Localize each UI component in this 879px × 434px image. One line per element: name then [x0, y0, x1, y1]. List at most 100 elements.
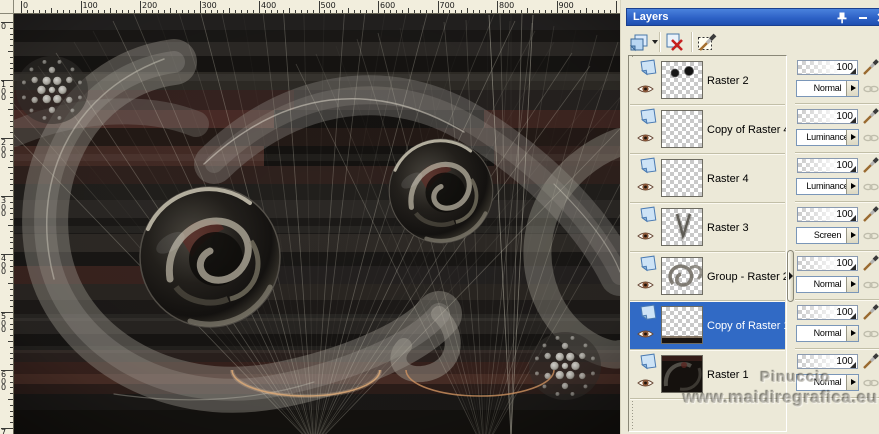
visibility-eye-icon[interactable]: [637, 278, 654, 296]
opacity-field[interactable]: 100: [797, 305, 858, 320]
brush-indicator-icon: [863, 353, 879, 374]
top-ruler: 0 100 200 300 400 500 600 700 800 900: [14, 0, 620, 14]
visibility-eye-icon[interactable]: [637, 327, 654, 345]
opacity-field[interactable]: 100: [797, 158, 858, 173]
delete-layer-icon: [666, 33, 683, 51]
link-icon: [863, 376, 879, 394]
layer-page-icon: [638, 157, 659, 181]
layer-row-raster-4[interactable]: Raster 4: [630, 155, 785, 203]
layer-name: Group - Raster 2: [707, 271, 787, 283]
brush-indicator-icon: [863, 206, 879, 227]
edit-selection-button[interactable]: [695, 31, 721, 54]
layer-page-icon: [638, 255, 659, 279]
layer-page-icon: [638, 59, 659, 83]
brush-indicator-icon: [863, 108, 879, 129]
visibility-eye-icon[interactable]: [637, 82, 654, 100]
close-icon[interactable]: [875, 11, 879, 24]
edit-selection-icon: [698, 33, 717, 51]
link-icon: [863, 180, 879, 198]
blend-mode-arrow[interactable]: [846, 277, 858, 292]
layer-row-raster-1[interactable]: Raster 1: [630, 351, 785, 399]
opacity-field[interactable]: 100: [797, 354, 858, 369]
blend-mode-arrow[interactable]: [846, 326, 858, 341]
layer-page-icon: [638, 206, 659, 230]
layer-row-raster-2[interactable]: Raster 2: [630, 57, 785, 105]
palette-titlebar[interactable]: Layers: [626, 8, 879, 26]
left-ruler: 01 0 02 0 03 0 04 0 05 0 06 0 07 0 0: [0, 14, 14, 434]
new-layer-dropdown-arrow[interactable]: [652, 40, 658, 44]
toolbar-separator: [691, 32, 693, 52]
layer-props-row: 100 Normal: [795, 56, 879, 104]
blend-mode-select[interactable]: Luminance (L): [796, 178, 859, 195]
layer-thumbnail[interactable]: [661, 306, 703, 344]
minimize-icon[interactable]: [856, 11, 870, 24]
opacity-slider-handle[interactable]: [850, 215, 856, 221]
layer-thumbnail[interactable]: [661, 208, 703, 246]
layer-thumbnail[interactable]: [661, 110, 703, 148]
brush-indicator-icon: [863, 255, 879, 276]
blend-mode-select[interactable]: Screen: [796, 227, 859, 244]
layer-list: Raster 2 Copy of Raster 4 Raster 4 Raster 3…: [628, 55, 787, 432]
visibility-eye-icon[interactable]: [637, 180, 654, 198]
layer-thumbnail[interactable]: [661, 61, 703, 99]
layer-props-row: 100 Normal: [795, 252, 879, 300]
ruler-corner: [0, 0, 14, 14]
opacity-field[interactable]: 100: [797, 109, 858, 124]
layer-row-copy-of-raster-4[interactable]: Copy of Raster 4: [630, 106, 787, 154]
layer-name: Copy of Raster 4: [707, 124, 787, 136]
opacity-slider-handle[interactable]: [850, 166, 856, 172]
opacity-field[interactable]: 100: [797, 256, 858, 271]
blend-mode-arrow[interactable]: [846, 130, 858, 145]
layer-row-group-raster-2[interactable]: Group - Raster 2: [630, 253, 787, 301]
opacity-field[interactable]: 100: [797, 207, 858, 222]
opacity-slider-handle[interactable]: [850, 264, 856, 270]
brush-indicator-icon: [863, 59, 879, 80]
splitter-grip[interactable]: [787, 250, 794, 302]
layer-row-raster-3[interactable]: Raster 3: [630, 204, 785, 252]
opacity-slider-handle[interactable]: [850, 362, 856, 368]
layer-thumbnail[interactable]: [661, 159, 703, 197]
visibility-eye-icon[interactable]: [637, 131, 654, 149]
layer-name: Copy of Raster 1: [707, 320, 787, 332]
blend-mode-arrow[interactable]: [846, 375, 858, 390]
visibility-eye-icon[interactable]: [637, 229, 654, 247]
palette-title: Layers: [633, 11, 669, 23]
delete-layer-button[interactable]: [663, 31, 687, 54]
opacity-field[interactable]: 100: [797, 60, 858, 75]
opacity-slider-handle[interactable]: [850, 117, 856, 123]
brush-indicator-icon: [863, 157, 879, 178]
layer-properties-panel: 100 Normal 100 Luminance (L) 100 Luminance (L…: [795, 55, 879, 432]
link-icon: [863, 278, 879, 296]
layers-palette: Layers Raster 2 Copy of Raster 4 Raster …: [620, 0, 879, 434]
canvas-image[interactable]: [14, 14, 620, 434]
blend-mode-select[interactable]: Normal: [796, 374, 859, 391]
layer-page-icon: [638, 304, 659, 328]
layer-thumbnail[interactable]: [661, 355, 703, 393]
new-layer-icon: [629, 34, 648, 52]
layer-props-row: 100 Luminance (L): [795, 105, 879, 153]
opacity-slider-handle[interactable]: [850, 68, 856, 74]
blend-mode-select[interactable]: Normal: [796, 80, 859, 97]
new-layer-button[interactable]: [627, 31, 651, 54]
blend-mode-arrow[interactable]: [846, 179, 858, 194]
link-icon: [863, 229, 879, 247]
layer-page-icon: [638, 353, 659, 377]
layer-page-icon: [638, 108, 659, 132]
layer-name: Raster 1: [707, 369, 749, 381]
palette-toolbar: [621, 30, 879, 55]
blend-mode-select[interactable]: Normal: [796, 325, 859, 342]
link-icon: [863, 82, 879, 100]
opacity-slider-handle[interactable]: [850, 313, 856, 319]
blend-mode-select[interactable]: Luminance (L): [796, 129, 859, 146]
layer-thumbnail[interactable]: [661, 257, 703, 295]
visibility-eye-icon[interactable]: [637, 376, 654, 394]
layer-props-row: 100 Normal: [795, 350, 879, 398]
toolbar-separator: [659, 32, 661, 52]
pin-icon[interactable]: [835, 11, 849, 24]
blend-mode-select[interactable]: Normal: [796, 276, 859, 293]
panel-splitter: [787, 55, 795, 432]
layer-props-row: 100 Luminance (L): [795, 154, 879, 202]
blend-mode-arrow[interactable]: [846, 228, 858, 243]
blend-mode-arrow[interactable]: [846, 81, 858, 96]
layer-row-copy-of-raster-1[interactable]: Copy of Raster 1: [630, 302, 787, 350]
